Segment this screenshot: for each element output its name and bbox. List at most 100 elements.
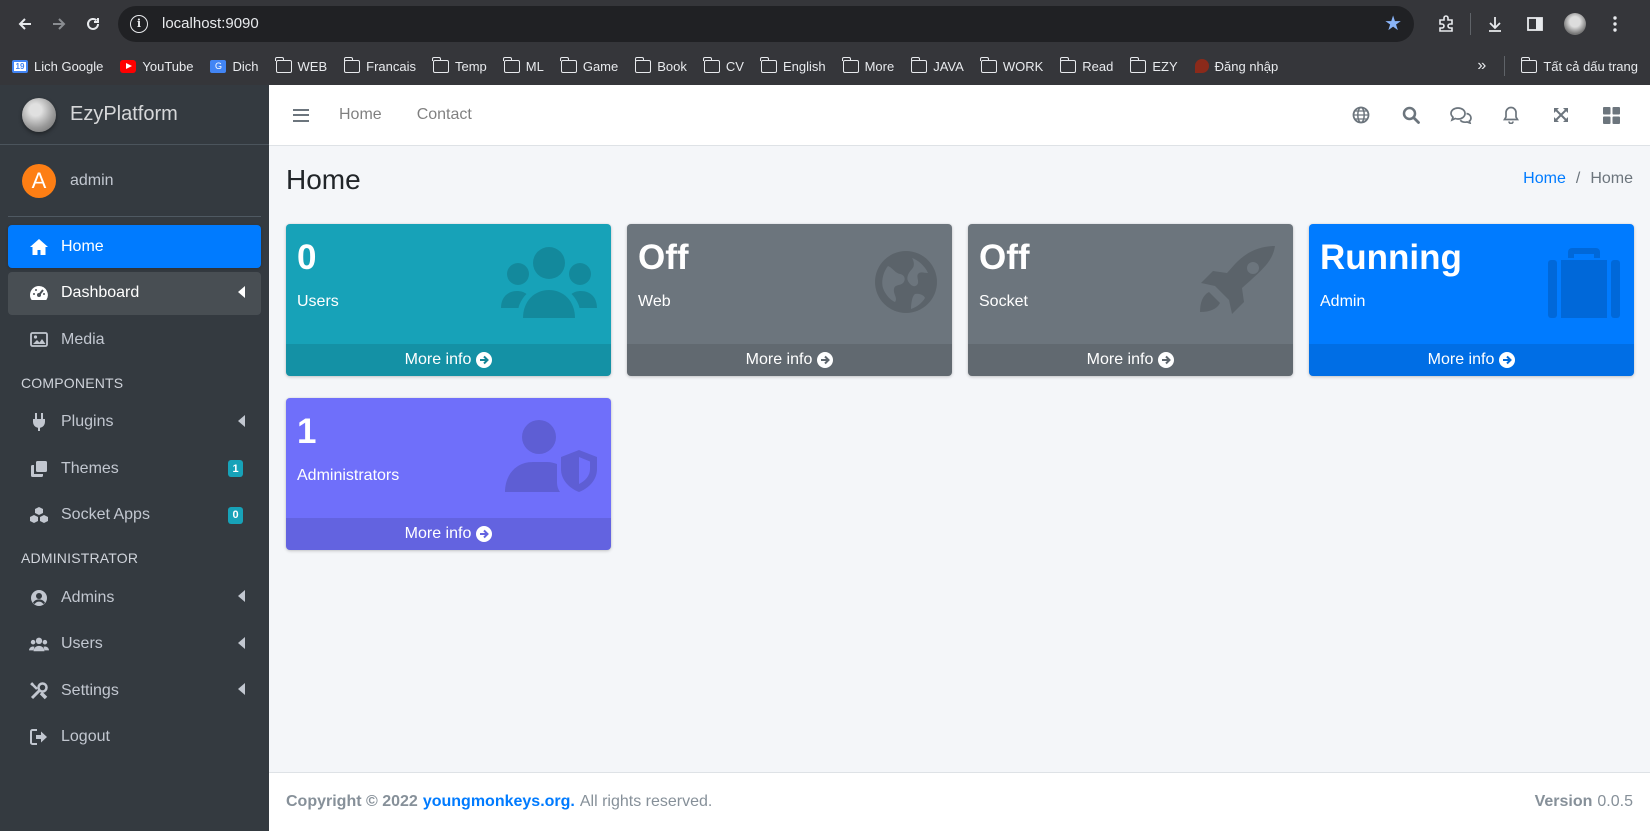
bookmark-star-icon[interactable]: ★	[1384, 11, 1402, 36]
sidebar-item-admins[interactable]: Admins	[8, 576, 261, 619]
google-translate-icon: G	[210, 59, 227, 73]
bookmark-lich-google[interactable]: 19 Lich Google	[12, 59, 103, 74]
themes-count-badge: 1	[228, 460, 243, 477]
double-chevron-right-icon: »	[1477, 57, 1487, 74]
box-value: 0	[297, 238, 317, 277]
profile-button[interactable]	[1557, 6, 1593, 42]
more-info-link[interactable]: More info	[627, 344, 952, 376]
sidebar-item-label: Dashboard	[61, 284, 140, 301]
reload-button[interactable]	[76, 7, 110, 41]
user-name[interactable]: admin	[70, 172, 114, 190]
sidebar-item-logout[interactable]: Logout	[8, 716, 261, 759]
bookmark-label: Temp	[454, 58, 487, 74]
all-bookmarks-folder[interactable]: Tất cả dấu trang	[1520, 56, 1638, 74]
bookmark-folder-english[interactable]: English	[760, 56, 826, 74]
sidebar-item-label: Plugins	[61, 413, 114, 430]
nav-link-home[interactable]: Home	[339, 106, 382, 124]
chevron-left-icon	[238, 683, 245, 695]
browser-menu-button[interactable]	[1597, 6, 1633, 42]
folder-icon	[1059, 56, 1077, 73]
bookmark-folder-ezy[interactable]: EZY	[1129, 56, 1178, 74]
small-box-web: Off Web More info	[627, 224, 952, 376]
brand-link[interactable]: EzyPlatform	[0, 85, 269, 145]
language-button[interactable]	[1336, 95, 1386, 135]
bookmark-label: EZY	[1152, 58, 1178, 74]
more-bookmarks-button[interactable]: »	[1477, 57, 1486, 75]
sign-out-icon	[29, 727, 49, 747]
address-bar[interactable]: i localhost:9090 ★	[118, 5, 1414, 42]
bookmark-folder-more[interactable]: More	[841, 56, 895, 74]
sidebar-item-label: Users	[61, 635, 103, 652]
sidebar-item-label: Socket Apps	[61, 506, 150, 523]
sidebar-item-users[interactable]: Users	[8, 623, 261, 666]
bookmark-label: Read	[1082, 58, 1114, 74]
fullscreen-button[interactable]	[1536, 95, 1586, 135]
bookmark-folder-game[interactable]: Game	[560, 56, 618, 74]
bookmark-label: WEB	[297, 58, 328, 74]
bookmark-dang-nhap[interactable]: Đăng nhập	[1194, 59, 1278, 74]
folder-icon	[560, 56, 577, 73]
kebab-menu-icon	[1613, 15, 1617, 32]
notifications-button[interactable]	[1486, 95, 1536, 135]
bookmark-label: Book	[657, 58, 687, 74]
sidebar-item-dashboard[interactable]: Dashboard	[8, 271, 261, 315]
nav-link-contact[interactable]: Contact	[417, 106, 472, 124]
extensions-button[interactable]	[1428, 6, 1464, 42]
more-info-link[interactable]: More info	[286, 344, 611, 376]
company-link[interactable]: youngmonkeys.org.	[423, 793, 575, 811]
bookmark-folder-work[interactable]: WORK	[980, 56, 1043, 74]
image-icon	[29, 330, 49, 350]
bookmark-folder-read[interactable]: Read	[1059, 56, 1114, 74]
bookmark-folder-ml[interactable]: ML	[503, 56, 544, 74]
bookmark-label: Francais	[366, 58, 416, 74]
tools-icon	[29, 681, 49, 701]
hamburger-menu-icon[interactable]	[293, 108, 309, 122]
messages-button[interactable]	[1436, 95, 1486, 135]
tachometer-icon	[29, 283, 49, 303]
bookmark-folder-web[interactable]: WEB	[274, 56, 328, 74]
control-sidebar-button[interactable]	[1586, 95, 1636, 135]
bookmark-label: More	[864, 58, 895, 74]
box-label: Socket	[979, 293, 1028, 310]
bookmark-youtube[interactable]: YouTube	[120, 59, 193, 74]
bookmark-folder-cv[interactable]: CV	[703, 56, 744, 74]
bookmark-label: Tất cả dấu trang	[1543, 58, 1638, 74]
forward-button[interactable]	[42, 7, 76, 41]
bookmark-dich[interactable]: G Dich	[210, 59, 259, 74]
more-info-link[interactable]: More info	[286, 518, 611, 550]
box-value: Off	[979, 238, 1030, 277]
folder-icon	[432, 56, 449, 73]
plug-icon	[29, 412, 49, 432]
browser-toolbar: i localhost:9090 ★	[0, 0, 1650, 47]
more-info-link[interactable]: More info	[968, 344, 1293, 376]
sidebar-item-plugins[interactable]: Plugins	[8, 401, 261, 444]
box-label: Administrators	[297, 467, 400, 484]
back-button[interactable]	[8, 7, 42, 41]
site-info-icon[interactable]: i	[130, 14, 148, 33]
sidebar-item-settings[interactable]: Settings	[8, 669, 261, 712]
breadcrumb-link-home[interactable]: Home	[1523, 170, 1566, 188]
sidebar-item-themes[interactable]: Themes 1	[8, 447, 261, 490]
puzzle-icon	[1439, 14, 1453, 32]
bookmark-label: YouTube	[142, 58, 194, 74]
sidebar-item-media[interactable]: Media	[8, 318, 261, 361]
bookmark-folder-java[interactable]: JAVA	[910, 56, 964, 74]
more-info-link[interactable]: More info	[1309, 344, 1634, 376]
sidebar-item-home[interactable]: Home	[8, 225, 261, 268]
side-panel-button[interactable]	[1517, 6, 1553, 42]
bookmark-label: English	[782, 58, 826, 74]
search-button[interactable]	[1386, 95, 1436, 135]
user-panel[interactable]: A admin	[8, 145, 261, 217]
navbar-icons	[1336, 95, 1636, 135]
folder-icon	[343, 56, 361, 73]
more-info-label: More info	[404, 525, 472, 542]
bookmark-folder-temp[interactable]: Temp	[432, 56, 487, 74]
bookmark-folder-francais[interactable]: Francais	[343, 56, 416, 74]
browser-actions	[1428, 6, 1633, 42]
bookmark-folder-book[interactable]: Book	[634, 56, 687, 74]
more-info-label: More info	[404, 351, 472, 368]
download-button[interactable]	[1477, 6, 1513, 42]
bookmark-label: JAVA	[933, 58, 964, 74]
sidebar-item-socket-apps[interactable]: Socket Apps 0	[8, 494, 261, 537]
more-info-label: More info	[745, 351, 813, 368]
